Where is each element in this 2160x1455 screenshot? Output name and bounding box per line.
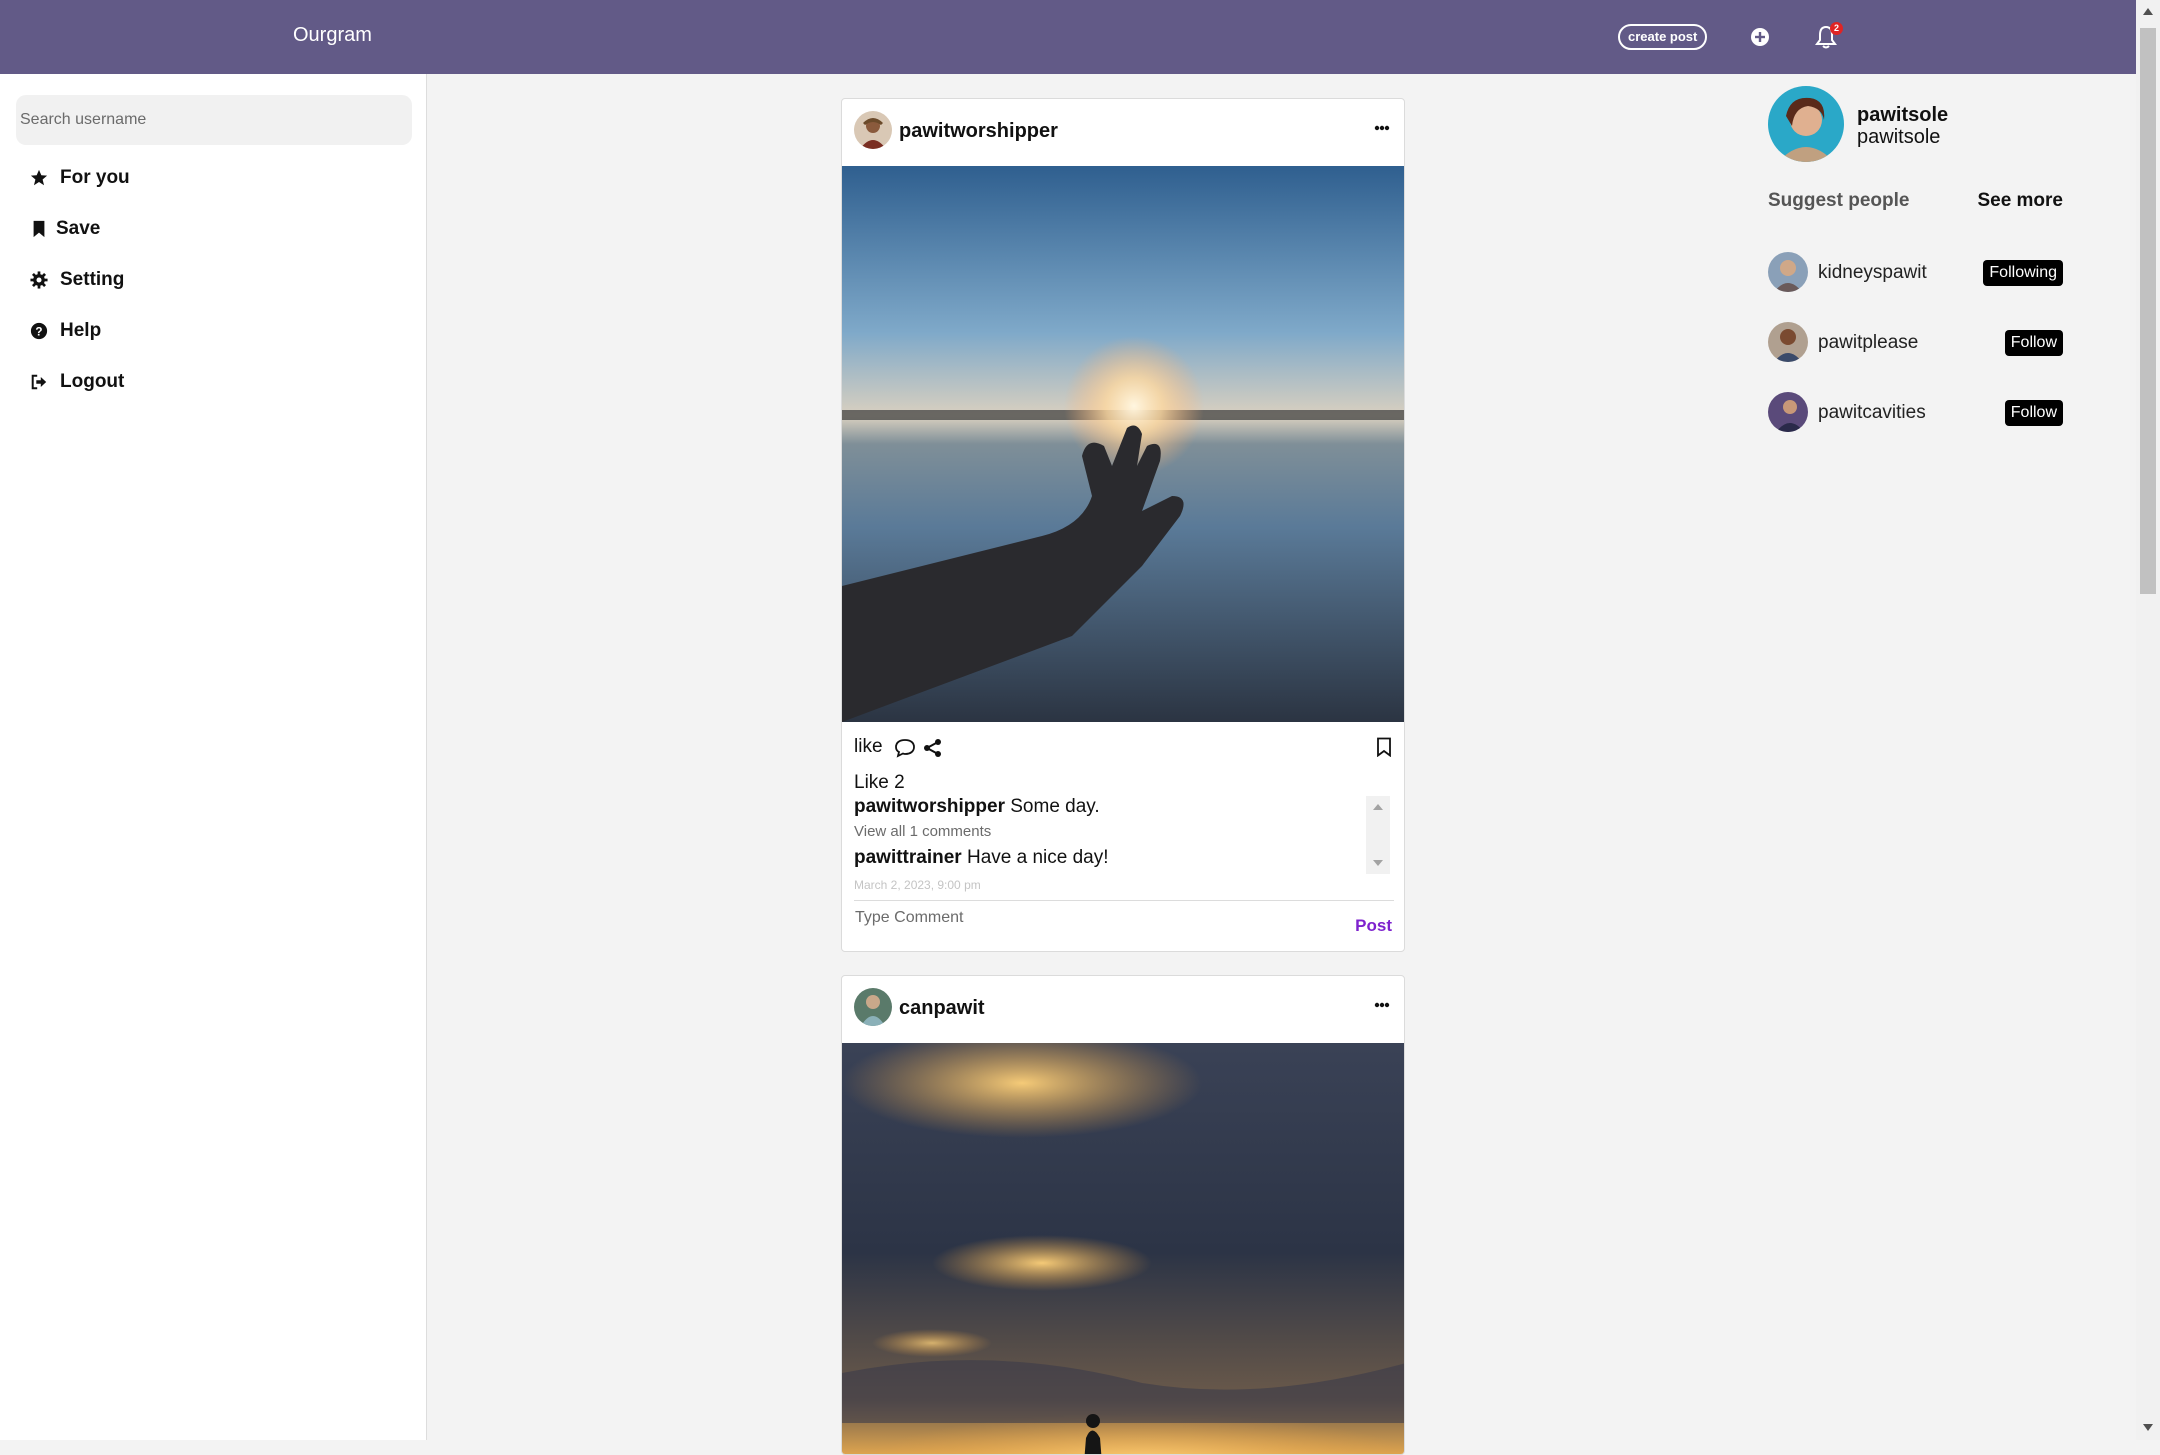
left-sidebar: For you Save Setting ? Help — [0, 74, 427, 1440]
like-button[interactable]: like — [854, 736, 883, 758]
sidebar-item-label: Logout — [60, 371, 125, 392]
question-circle-icon: ? — [30, 322, 48, 340]
post-comment-button[interactable]: Post — [1355, 916, 1392, 936]
create-post-button[interactable]: create post — [1618, 24, 1708, 50]
post-card: pawitworshipper like Like 2 pawitworship… — [841, 98, 1405, 952]
suggest-title: Suggest people — [1768, 190, 1910, 211]
plus-circle-icon[interactable] — [1750, 27, 1770, 47]
comments-scrollbar[interactable] — [1366, 796, 1390, 874]
profile-handle: pawitsole — [1857, 126, 1941, 148]
post-actions: like — [842, 722, 1404, 776]
caption-text: Some day. — [1010, 796, 1100, 817]
sidebar-item-setting[interactable]: Setting — [30, 265, 124, 295]
page-scrollbar[interactable] — [2136, 0, 2160, 1440]
comment-input[interactable] — [855, 903, 1325, 933]
sidebar-item-label: For you — [60, 167, 130, 188]
star-icon — [30, 169, 48, 186]
sidebar-item-label: Save — [56, 218, 101, 239]
comment-username[interactable]: pawittrainer — [854, 847, 962, 868]
top-navbar: Ourgram create post 2 — [0, 0, 2136, 74]
scroll-up-arrow-icon[interactable] — [1373, 804, 1383, 810]
sidebar-item-help[interactable]: ? Help — [30, 316, 101, 346]
gear-icon — [30, 271, 48, 289]
sign-out-icon — [31, 374, 47, 390]
post-timestamp: March 2, 2023, 9:00 pm — [854, 878, 981, 892]
notification-badge: 2 — [1830, 22, 1843, 35]
sidebar-item-logout[interactable]: Logout — [30, 367, 124, 397]
avatar[interactable] — [1768, 322, 1808, 362]
post-header: pawitworshipper — [842, 99, 1404, 166]
comments-area: pawitworshipper Some day. View all 1 com… — [854, 796, 1394, 892]
following-button[interactable]: Following — [1983, 260, 2063, 286]
avatar[interactable] — [1768, 86, 1844, 162]
post-image[interactable] — [842, 1043, 1405, 1455]
view-all-comments-link[interactable]: View all 1 comments — [854, 823, 991, 840]
profile-name[interactable]: pawitsole — [1857, 104, 1948, 127]
suggestion-username[interactable]: pawitplease — [1818, 332, 1918, 354]
comment: pawittrainer Have a nice day! — [854, 847, 1109, 869]
see-more-link[interactable]: See more — [1977, 190, 2063, 212]
comment-text: Have a nice day! — [966, 847, 1109, 868]
post-username[interactable]: pawitworshipper — [899, 120, 1058, 143]
suggestion-username[interactable]: kidneyspawit — [1818, 262, 1927, 284]
suggestion-row: kidneyspawit Following — [1768, 252, 2063, 292]
scroll-up-arrow-icon[interactable] — [2143, 8, 2153, 15]
caption-username[interactable]: pawitworshipper — [854, 796, 1005, 817]
bookmark-icon — [33, 220, 45, 238]
svg-text:?: ? — [35, 326, 42, 339]
post-header: canpawit — [842, 976, 1404, 1043]
suggestion-username[interactable]: pawitcavities — [1818, 402, 1926, 424]
caption: pawitworshipper Some day. — [854, 796, 1100, 818]
search-input[interactable] — [16, 95, 412, 145]
avatar[interactable] — [854, 111, 892, 149]
scrollbar-thumb[interactable] — [2140, 28, 2156, 594]
scroll-down-arrow-icon[interactable] — [1373, 860, 1383, 866]
sidebar-item-label: Help — [60, 320, 102, 341]
post-username[interactable]: canpawit — [899, 997, 985, 1020]
brand-logo[interactable]: Ourgram — [293, 24, 372, 47]
scroll-down-arrow-icon[interactable] — [2143, 1424, 2153, 1431]
avatar[interactable] — [1768, 252, 1808, 292]
post-card: canpawit — [841, 975, 1405, 1455]
sidebar-item-save[interactable]: Save — [30, 214, 100, 244]
follow-button[interactable]: Follow — [2004, 330, 2063, 356]
suggestion-row: pawitplease Follow — [1768, 322, 2063, 362]
bookmark-outline-icon[interactable] — [1376, 737, 1392, 757]
share-icon[interactable] — [923, 738, 943, 758]
suggestion-row: pawitcavities Follow — [1768, 392, 2063, 432]
more-options-icon[interactable] — [1374, 125, 1390, 131]
post-image[interactable] — [842, 166, 1405, 722]
follow-button[interactable]: Follow — [2004, 400, 2063, 426]
avatar[interactable] — [1768, 392, 1808, 432]
sidebar-item-for-you[interactable]: For you — [30, 163, 130, 193]
divider — [854, 900, 1394, 901]
more-options-icon[interactable] — [1374, 1002, 1390, 1008]
avatar[interactable] — [854, 988, 892, 1026]
like-count: Like 2 — [854, 772, 905, 793]
sidebar-item-label: Setting — [60, 269, 125, 290]
comment-icon[interactable] — [894, 738, 916, 758]
